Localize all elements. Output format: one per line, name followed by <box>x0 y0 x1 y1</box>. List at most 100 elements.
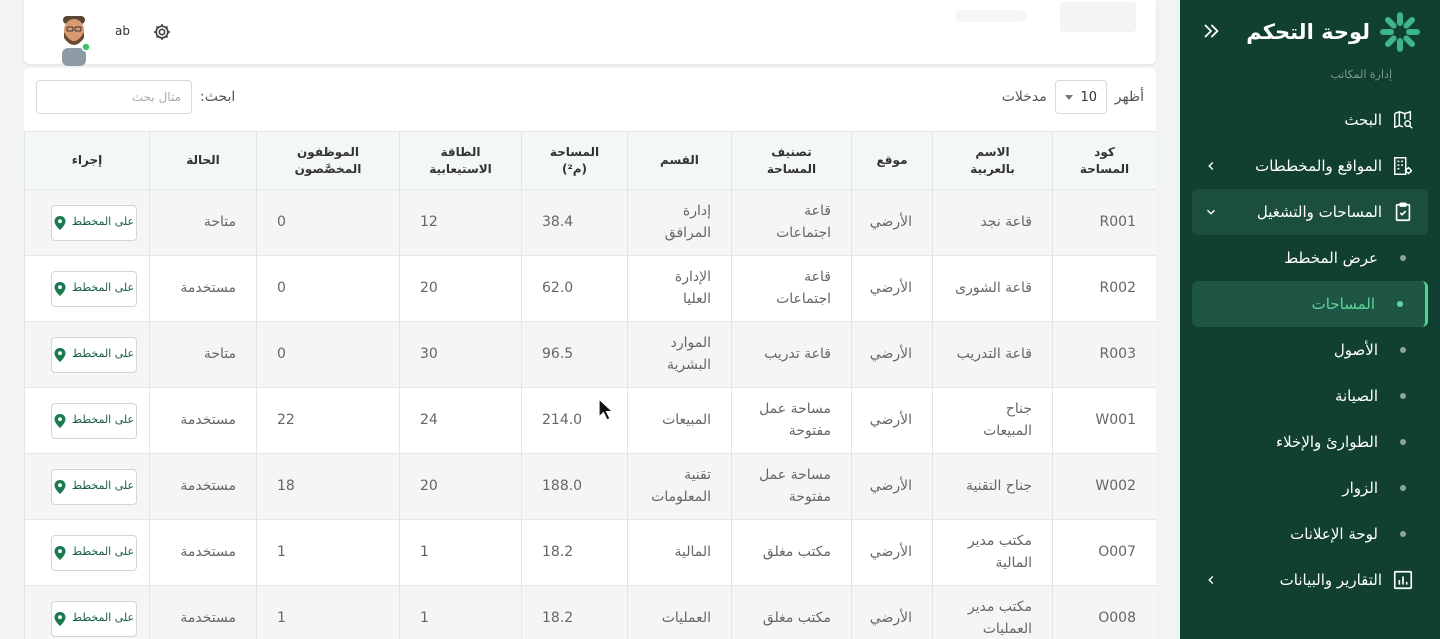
sidebar-nav: البحث المواقع والمخططات المساحات والتشغي… <box>1192 97 1428 603</box>
cell-type: قاعة تدريب <box>731 321 852 388</box>
show-on-plan-button[interactable]: على المخطط <box>51 402 137 439</box>
search-control: ابحث: <box>36 80 235 114</box>
cell-type: قاعة اجتماعات <box>731 255 852 322</box>
cell-status: مستخدمة <box>149 585 257 639</box>
search-input[interactable] <box>36 80 192 114</box>
cell-status: متاحة <box>149 321 257 388</box>
cell-staff: 18 <box>256 453 400 520</box>
cell-code: R001 <box>1052 189 1156 256</box>
table-row: R001 قاعة نجد الأرضي قاعة اجتماعات إدارة الم… <box>24 189 1156 256</box>
entries-label: مدخلات <box>1001 89 1047 105</box>
avatar[interactable] <box>54 12 94 66</box>
bullet-icon <box>1400 485 1406 491</box>
sidebar: لوحة التحكم إدارة المكاتب البحث المواقع … <box>1180 0 1440 639</box>
chevron-left-icon <box>1208 162 1214 170</box>
cell-dept: العمليات <box>627 585 732 639</box>
column-header[interactable]: كود المساحة <box>1052 131 1156 190</box>
sub-item-label: عرض المخطط <box>1284 249 1378 267</box>
nav-item-search[interactable]: البحث <box>1192 97 1428 143</box>
brand[interactable]: لوحة التحكم <box>1246 10 1422 54</box>
gear-icon[interactable] <box>152 22 172 42</box>
sub-item-spaces[interactable]: المساحات <box>1192 281 1428 327</box>
button-label: على المخطط <box>71 347 135 361</box>
nav-label: البحث <box>1344 111 1382 129</box>
cell-action: على المخطط <box>24 189 150 256</box>
show-on-plan-button[interactable]: على المخطط <box>51 204 137 241</box>
show-label: أظهر <box>1114 89 1144 105</box>
cell-dept: المبيعات <box>627 387 732 454</box>
column-header[interactable]: الحالة <box>149 131 257 190</box>
show-on-plan-button[interactable]: على المخطط <box>51 600 137 637</box>
column-header[interactable]: الطاقة الاستيعابية <box>399 131 522 190</box>
bullet-icon <box>1400 255 1406 261</box>
bar-chart-icon <box>1393 570 1413 590</box>
nav-item-locations[interactable]: المواقع والمخططات <box>1192 143 1428 189</box>
sub-item-maintenance[interactable]: الصيانة <box>1192 373 1428 419</box>
nav-label: المواقع والمخططات <box>1255 157 1382 175</box>
nav-item-spaces-ops[interactable]: المساحات والتشغيل <box>1192 189 1428 235</box>
cell-name: مكتب مدير العمليات <box>932 585 1053 639</box>
column-header[interactable]: القسم <box>627 131 732 190</box>
button-label: على المخطط <box>71 479 135 493</box>
spaces-table-card: أظهر 10 مدخلات ابحث: كود المساحةالاسم با… <box>24 68 1156 639</box>
button-label: على المخطط <box>71 413 135 427</box>
show-on-plan-button[interactable]: على المخطط <box>51 468 137 505</box>
cell-area: 62.0 <box>521 255 628 322</box>
cell-name: قاعة الشورى <box>932 255 1053 322</box>
cell-name: جناح المبيعات <box>932 387 1053 454</box>
button-label: على المخطط <box>71 611 135 625</box>
show-on-plan-button[interactable]: على المخطط <box>51 336 137 373</box>
cell-type: مساحة عمل مفتوحة <box>731 387 852 454</box>
sub-item-label: الزوار <box>1342 479 1378 497</box>
column-header[interactable]: إجراء <box>24 131 150 190</box>
show-on-plan-button[interactable]: على المخطط <box>51 270 137 307</box>
table-row: O007 مكتب مدير المالية الأرضي مكتب مغلق الما… <box>24 519 1156 586</box>
collapse-sidebar-icon[interactable] <box>1200 20 1222 42</box>
page-length-value: 10 <box>1080 89 1098 105</box>
nav-label: التقارير والبيانات <box>1279 571 1382 589</box>
column-header[interactable]: تصنيف المساحة <box>731 131 852 190</box>
sub-item-assets[interactable]: الأصول <box>1192 327 1428 373</box>
cell-status: مستخدمة <box>149 519 257 586</box>
sub-item-label: المساحات <box>1311 295 1375 313</box>
map-pin-icon <box>54 545 66 560</box>
cell-status: مستخدمة <box>149 255 257 322</box>
cell-area: 18.2 <box>521 519 628 586</box>
column-header[interactable]: موقع <box>851 131 933 190</box>
cell-dept: المالية <box>627 519 732 586</box>
sub-item-visitors[interactable]: الزوار <box>1192 465 1428 511</box>
nav-label: المساحات والتشغيل <box>1256 203 1382 221</box>
cell-location: الأرضي <box>851 519 933 586</box>
map-pin-icon <box>54 215 66 230</box>
cell-capacity: 20 <box>399 255 522 322</box>
cell-location: الأرضي <box>851 585 933 639</box>
cell-code: W001 <box>1052 387 1156 454</box>
sub-item-emergency[interactable]: الطوارئ والإخلاء <box>1192 419 1428 465</box>
cell-location: الأرضي <box>851 255 933 322</box>
building-gear-icon <box>1394 157 1413 175</box>
header-placeholder <box>956 10 1026 22</box>
map-search-icon <box>1394 110 1413 129</box>
column-header[interactable]: المساحة (م²) <box>521 131 628 190</box>
table-row: R002 قاعة الشورى الأرضي قاعة اجتماعات الإدار… <box>24 255 1156 322</box>
header-button[interactable] <box>1060 2 1136 32</box>
cell-area: 38.4 <box>521 189 628 256</box>
bullet-icon <box>1400 393 1406 399</box>
page-length-select[interactable]: 10 <box>1054 80 1107 114</box>
sub-item-floorplan[interactable]: عرض المخطط <box>1192 235 1428 281</box>
chevron-left-icon <box>1208 576 1214 584</box>
column-header[interactable]: الموظفون المخصَّصون <box>256 131 400 190</box>
bullet-icon <box>1400 347 1406 353</box>
cell-capacity: 12 <box>399 189 522 256</box>
brand-title: لوحة التحكم <box>1246 20 1370 44</box>
cell-capacity: 1 <box>399 519 522 586</box>
sub-item-announcements[interactable]: لوحة الإعلانات <box>1192 511 1428 557</box>
map-pin-icon <box>54 611 66 626</box>
caret-down-icon <box>1064 94 1073 100</box>
column-header[interactable]: الاسم بالعربية <box>932 131 1053 190</box>
cell-code: W002 <box>1052 453 1156 520</box>
show-on-plan-button[interactable]: على المخطط <box>51 534 137 571</box>
button-label: على المخطط <box>71 281 135 295</box>
nav-item-reports[interactable]: التقارير والبيانات <box>1192 557 1428 603</box>
table-controls: أظهر 10 مدخلات ابحث: <box>24 68 1156 130</box>
